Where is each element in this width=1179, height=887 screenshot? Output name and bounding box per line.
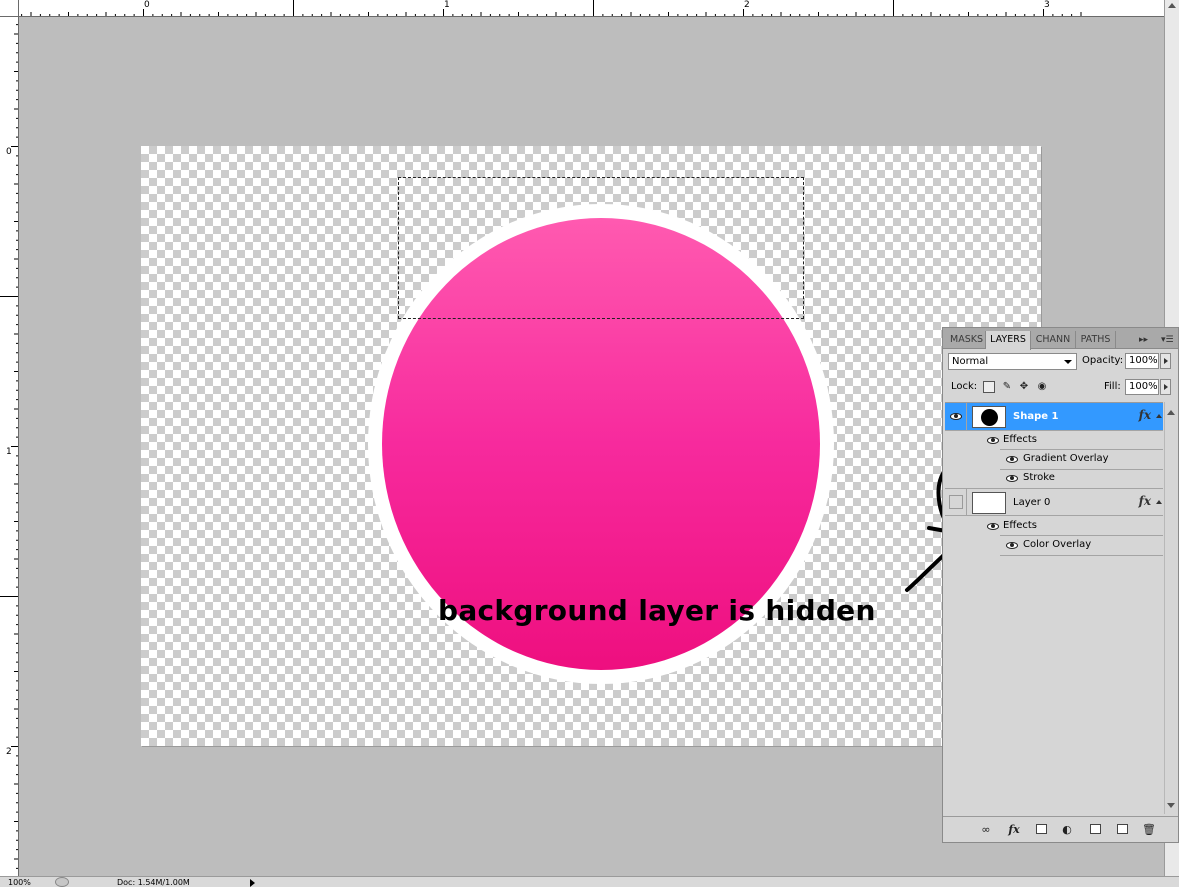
effect-row-stroke[interactable]: Stroke (967, 469, 1163, 488)
hidden-visibility-box (949, 495, 963, 509)
status-menu-arrow-icon[interactable] (250, 879, 255, 887)
opacity-field[interactable]: 100% (1125, 353, 1159, 369)
scroll-up-icon[interactable] (1168, 3, 1176, 8)
effect-name: Color Overlay (1023, 539, 1092, 550)
top-ruler-label-2: 2 (744, 0, 750, 10)
add-mask-icon[interactable] (1036, 824, 1047, 834)
top-ruler-ticks (21, 0, 1082, 16)
new-group-icon[interactable] (1090, 824, 1101, 834)
eye-icon[interactable] (1006, 456, 1018, 463)
effects-header-row[interactable]: Effects (967, 517, 1163, 536)
panel-collapse-icon[interactable]: ▸▸ (1139, 331, 1148, 349)
top-ruler-label-0: 0 (144, 0, 150, 10)
eye-icon[interactable] (1006, 475, 1018, 482)
layer-thumbnail (972, 492, 1006, 514)
adjustment-layer-icon[interactable]: ◐ (1060, 823, 1074, 836)
tab-channels[interactable]: CHANN (1031, 331, 1076, 349)
doc-info: Doc: 1.54M/1.00M (117, 878, 190, 887)
scroll-up-icon[interactable] (1167, 410, 1175, 415)
eye-icon[interactable] (987, 523, 999, 530)
tab-layers[interactable]: LAYERS (986, 331, 1031, 350)
fx-icon[interactable]: fx (1139, 494, 1151, 508)
left-ruler-label-2: 2 (6, 747, 12, 757)
opacity-label: Opacity: (1082, 355, 1124, 366)
blend-mode-value: Normal (952, 356, 989, 367)
layer-name: Layer 0 (1013, 497, 1051, 508)
divider (1000, 555, 1163, 556)
panel-tab-bar: MASKS LAYERS CHANN PATHS ▸▸ ▾☰ (943, 328, 1178, 350)
effect-name: Gradient Overlay (1023, 453, 1109, 464)
panel-menu-icon[interactable]: ▾☰ (1161, 331, 1174, 349)
effects-header-row[interactable]: Effects (967, 431, 1163, 450)
fill-slider-button[interactable] (1160, 379, 1171, 395)
visibility-toggle[interactable] (945, 489, 967, 515)
ruler-origin[interactable] (0, 0, 19, 17)
left-ruler[interactable]: 0 1 2 (0, 17, 19, 877)
opacity-slider-button[interactable] (1160, 353, 1171, 369)
effect-name: Stroke (1023, 472, 1055, 483)
scroll-down-icon[interactable] (1167, 803, 1175, 808)
layer-row-shape-1[interactable]: Shape 1 fx (945, 403, 1163, 431)
fill-field[interactable]: 100% (1125, 379, 1159, 395)
top-ruler-label-1: 1 (444, 0, 450, 10)
layers-scrollbar[interactable] (1164, 402, 1176, 814)
left-ruler-label-0: 0 (6, 147, 12, 157)
new-layer-icon[interactable] (1117, 824, 1128, 834)
eye-icon (950, 413, 962, 420)
lock-all-icon[interactable]: ◉ (1036, 381, 1048, 393)
lock-transparent-icon[interactable] (983, 381, 995, 393)
blend-mode-select[interactable]: Normal (948, 353, 1077, 370)
chevron-up-icon[interactable] (1156, 414, 1162, 418)
layer-name: Shape 1 (1013, 411, 1059, 422)
layer-thumbnail (972, 406, 1006, 428)
effect-row-gradient-overlay[interactable]: Gradient Overlay (967, 450, 1163, 469)
photoshop-workspace: 0 1 2 3 0 1 2 background layer is hidden… (0, 0, 1179, 887)
annotation-text: background layer is hidden (438, 594, 876, 627)
fill-label: Fill: (1104, 381, 1121, 392)
eye-icon[interactable] (987, 437, 999, 444)
zoom-level[interactable]: 100% (8, 878, 31, 887)
panel-footer: ∞ fx ◐ 🗑 (943, 816, 1178, 842)
effects-label: Effects (1003, 520, 1037, 531)
visibility-toggle[interactable] (945, 403, 967, 430)
marquee-selection (398, 177, 804, 319)
effect-row-color-overlay[interactable]: Color Overlay (967, 536, 1163, 555)
lock-brush-icon[interactable]: ✎ (1001, 381, 1013, 393)
status-bar: 100% Doc: 1.54M/1.00M (0, 876, 1179, 887)
link-layers-icon[interactable]: ∞ (977, 823, 995, 836)
layers-list: Shape 1 fx Effects Gradient Overlay Stro… (945, 402, 1163, 814)
left-ruler-label-1: 1 (6, 447, 12, 457)
tab-masks[interactable]: MASKS (948, 331, 986, 349)
lock-label: Lock: (951, 381, 978, 392)
chevron-down-icon (1064, 360, 1072, 364)
eye-icon[interactable] (1006, 542, 1018, 549)
trash-icon[interactable]: 🗑 (1142, 823, 1156, 836)
tab-paths[interactable]: PATHS (1076, 331, 1116, 349)
chevron-up-icon[interactable] (1156, 500, 1162, 504)
lock-move-icon[interactable]: ✥ (1018, 381, 1030, 393)
status-icon (55, 877, 69, 887)
top-ruler[interactable]: 0 1 2 3 (0, 0, 1179, 17)
add-style-icon[interactable]: fx (1006, 823, 1022, 836)
layer-row-layer-0[interactable]: Layer 0 fx (945, 488, 1163, 516)
fx-icon[interactable]: fx (1139, 408, 1151, 422)
top-ruler-label-3: 3 (1044, 0, 1050, 10)
layers-panel: MASKS LAYERS CHANN PATHS ▸▸ ▾☰ Normal Op… (942, 327, 1179, 843)
effects-label: Effects (1003, 434, 1037, 445)
